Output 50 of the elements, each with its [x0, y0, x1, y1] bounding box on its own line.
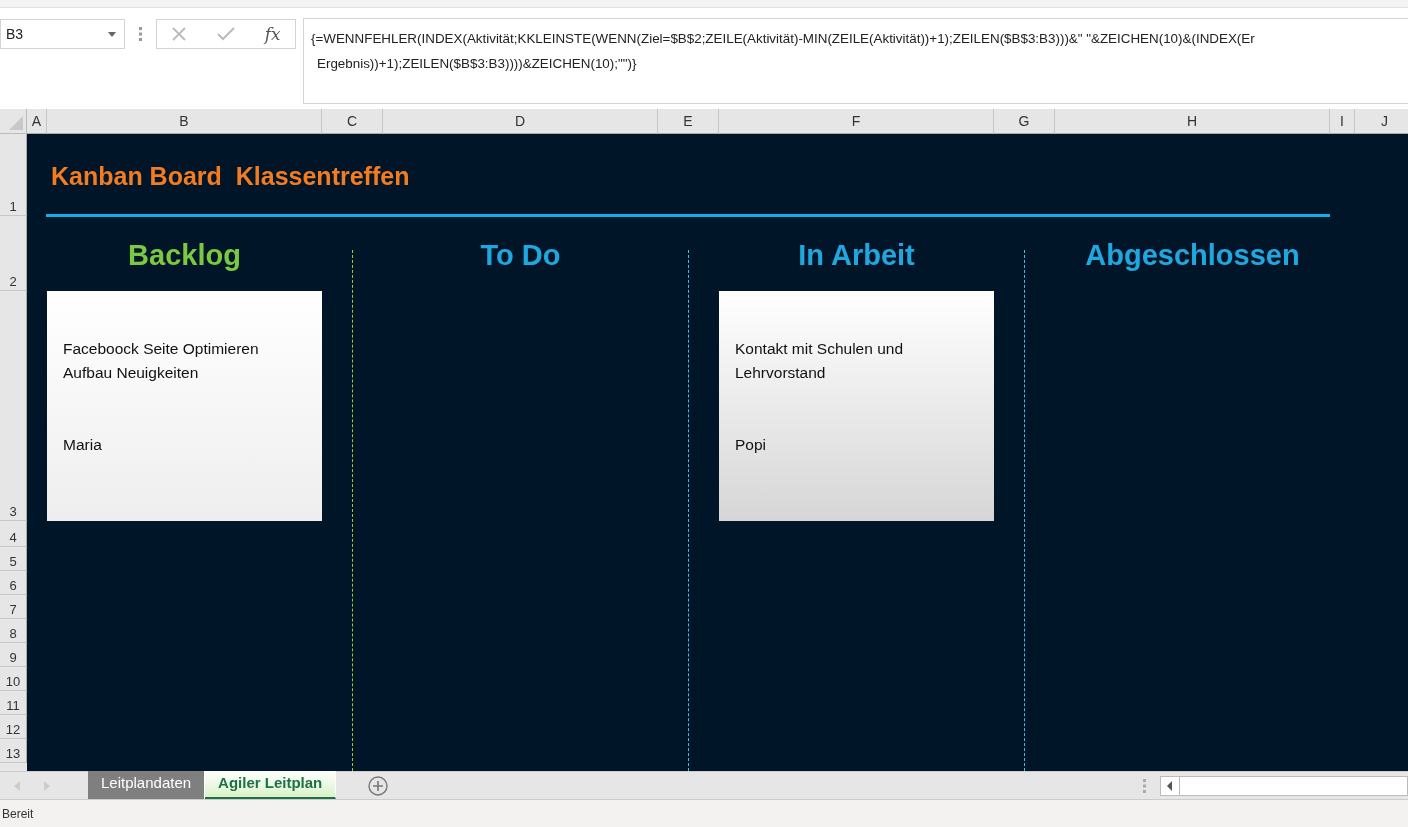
column-header[interactable]: I: [1330, 109, 1355, 134]
column-header[interactable]: B: [47, 109, 322, 134]
row-header[interactable]: 11: [0, 691, 27, 715]
row-header[interactable]: 10: [0, 667, 27, 691]
sheet-tab[interactable]: Agiler Leitplan: [205, 771, 337, 799]
task-text: Faceboock Seite Optimieren Aufbau Neuigkeiten: [63, 339, 260, 383]
check-icon[interactable]: [216, 26, 237, 42]
cancel-icon[interactable]: [171, 26, 188, 42]
name-box[interactable]: B3: [0, 19, 125, 49]
owner-name: Maria: [63, 435, 103, 455]
horizontal-scrollbar[interactable]: [1160, 775, 1408, 796]
column-heading: In Arbeit: [798, 239, 915, 272]
row-header[interactable]: 8: [0, 619, 27, 643]
column-heading: Backlog: [128, 239, 241, 272]
column-header[interactable]: C: [322, 109, 383, 134]
grip-icon: [139, 27, 142, 41]
row-header[interactable]: 6: [0, 571, 27, 595]
column-header[interactable]: H: [1055, 109, 1330, 134]
row-header[interactable]: 3: [0, 291, 27, 521]
column-header[interactable]: E: [658, 109, 719, 134]
column-heading: Abgeschlossen: [1085, 239, 1300, 272]
status-text: Bereit: [2, 806, 34, 821]
row-header[interactable]: 4: [0, 521, 27, 547]
grip-icon: [1143, 778, 1146, 793]
row-header[interactable]: 7: [0, 595, 27, 619]
row-header[interactable]: 5: [0, 547, 27, 571]
task-card[interactable]: Faceboock Seite Optimieren Aufbau Neuigkeiten Maria: [47, 291, 322, 521]
column-header[interactable]: D: [383, 109, 658, 134]
owner-name: Popi: [735, 435, 768, 455]
sheet-tab[interactable]: Leitplandaten: [88, 771, 206, 799]
caret-icon: [108, 31, 116, 37]
row-header[interactable]: 1: [0, 134, 27, 216]
column-header[interactable]: A: [27, 109, 47, 134]
task-text: Kontakt mit Schulen und Lehrvorstand: [735, 339, 905, 383]
previous-sheet-icon[interactable]: [14, 780, 20, 791]
row-header[interactable]: 2: [0, 216, 27, 291]
triangle-icon: [9, 116, 23, 130]
next-sheet-icon[interactable]: [44, 780, 50, 791]
insert-function-button[interactable]: fx: [264, 24, 281, 44]
row-header[interactable]: 13: [0, 739, 27, 763]
select-all-button[interactable]: [0, 109, 27, 134]
board-title: Kanban Board Klassentreffen: [51, 161, 410, 191]
column-header[interactable]: F: [719, 109, 994, 134]
column-heading: To Do: [480, 239, 561, 272]
formula-field[interactable]: {=WENNFEHLER(INDEX(Aktivität;KKLEINSTE(WENN(Ziel=$B$2;ZEILE(Aktivität)-MIN(ZEILE(Aktivität))+1);ZEILEN($B$3:B3)))&" "&ZEICHEN(10)&(INDEX(Er Ergebnis))+1);ZEILEN($B$3:B3))))&ZEICHEN(10);"")}: [303, 18, 1408, 104]
add-sheet-icon[interactable]: [368, 775, 389, 796]
row-header[interactable]: 12: [0, 715, 27, 739]
row-header[interactable]: 9: [0, 643, 27, 667]
task-card[interactable]: Kontakt mit Schulen und Lehrvorstand Popi: [719, 291, 994, 521]
column-header[interactable]: G: [994, 109, 1055, 134]
